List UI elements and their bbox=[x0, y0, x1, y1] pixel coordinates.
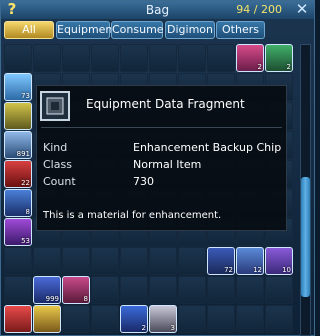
inventory-slot[interactable] bbox=[4, 247, 32, 275]
item-count-label: 8 bbox=[83, 295, 88, 303]
data-fragment-icon bbox=[40, 91, 70, 121]
item-tooltip: Equipment Data Fragment Kind Enhancement… bbox=[36, 85, 287, 231]
inventory-slot[interactable] bbox=[33, 44, 61, 72]
item-count-label: 73 bbox=[21, 92, 30, 100]
item-count-label: 2 bbox=[286, 63, 291, 71]
title-bar[interactable]: ? Bag 94 / 200 ✕ bbox=[1, 1, 314, 19]
tab-equipment[interactable]: Equipment bbox=[56, 21, 117, 39]
item-c-icon[interactable]: 2 bbox=[265, 44, 293, 72]
item-crystal-icon[interactable]: 891 bbox=[4, 131, 32, 159]
count-label: Count bbox=[43, 175, 76, 188]
tab-digimon[interactable]: Digimon bbox=[165, 21, 215, 39]
inventory-slot[interactable] bbox=[120, 44, 148, 72]
item-count-label: 8 bbox=[25, 208, 30, 216]
inventory-slot[interactable] bbox=[149, 44, 177, 72]
item-card-icon[interactable]: 12 bbox=[236, 247, 264, 275]
item-a-icon[interactable]: 2 bbox=[236, 44, 264, 72]
inventory-slot[interactable] bbox=[91, 276, 119, 304]
item-card-icon[interactable]: 10 bbox=[265, 247, 293, 275]
inventory-slot[interactable] bbox=[207, 276, 235, 304]
close-icon[interactable]: ✕ bbox=[294, 1, 310, 17]
inventory-slot[interactable] bbox=[236, 276, 264, 304]
inventory-slot[interactable] bbox=[91, 305, 119, 333]
scrollbar-thumb[interactable] bbox=[301, 177, 310, 297]
tooltip-title: Equipment Data Fragment bbox=[86, 97, 245, 111]
inventory-slot[interactable] bbox=[62, 247, 90, 275]
tooltip-description: This is a material for enhancement. bbox=[43, 210, 222, 221]
kind-label: Kind bbox=[43, 141, 68, 154]
inventory-slot[interactable] bbox=[265, 276, 293, 304]
item-count-label: 72 bbox=[224, 266, 233, 274]
inventory-slot[interactable] bbox=[178, 247, 206, 275]
tab-others[interactable]: Others bbox=[216, 21, 265, 39]
item-disc-icon[interactable]: 999 bbox=[33, 276, 61, 304]
inventory-slot[interactable] bbox=[62, 305, 90, 333]
inventory-slot[interactable] bbox=[207, 44, 235, 72]
inventory-slot[interactable] bbox=[4, 276, 32, 304]
item-card-icon[interactable]: 72 bbox=[207, 247, 235, 275]
item-x-icon[interactable]: 3 bbox=[149, 305, 177, 333]
item-count-label: 22 bbox=[21, 179, 30, 187]
tab-consume[interactable]: Consume bbox=[111, 21, 164, 39]
tab-all[interactable]: All bbox=[4, 21, 54, 39]
inventory-slot[interactable] bbox=[120, 276, 148, 304]
inventory-slot[interactable] bbox=[33, 247, 61, 275]
item-count-label: 12 bbox=[253, 266, 262, 274]
item-star-icon[interactable] bbox=[33, 305, 61, 333]
count-value: 730 bbox=[133, 175, 154, 188]
item-count-label: 53 bbox=[21, 237, 30, 245]
item-purple-icon[interactable]: 53 bbox=[4, 218, 32, 246]
item-count-label: 2 bbox=[257, 63, 262, 71]
tab-bar: All Equipment Consume Digimon Others bbox=[4, 21, 314, 39]
item-chip-icon[interactable]: 73 bbox=[4, 73, 32, 101]
inventory-slot[interactable] bbox=[178, 276, 206, 304]
item-flower-icon[interactable]: 8 bbox=[62, 276, 90, 304]
inventory-slot[interactable] bbox=[149, 247, 177, 275]
item-count-label: 3 bbox=[170, 324, 175, 332]
tooltip-divider bbox=[41, 127, 282, 128]
inventory-slot[interactable] bbox=[62, 44, 90, 72]
item-blue-icon[interactable]: 8 bbox=[4, 189, 32, 217]
item-tex-icon[interactable]: 2 bbox=[120, 305, 148, 333]
inventory-slot[interactable] bbox=[207, 305, 235, 333]
capacity-count: 94 / 200 bbox=[236, 3, 282, 16]
inventory-slot[interactable] bbox=[178, 44, 206, 72]
inventory-slot[interactable] bbox=[4, 44, 32, 72]
inventory-slot[interactable] bbox=[149, 276, 177, 304]
kind-value: Enhancement Backup Chip bbox=[133, 141, 282, 154]
inventory-slot[interactable] bbox=[91, 247, 119, 275]
inventory-slot[interactable] bbox=[120, 247, 148, 275]
item-count-label: 999 bbox=[45, 295, 59, 303]
class-label: Class bbox=[43, 158, 72, 171]
item-red-icon[interactable]: 22 bbox=[4, 160, 32, 188]
bag-window: ? Bag 94 / 200 ✕ All Equipment Consume D… bbox=[0, 0, 315, 336]
gift-icon[interactable] bbox=[4, 305, 32, 333]
inventory-slot[interactable] bbox=[236, 305, 264, 333]
inventory-slot[interactable] bbox=[91, 44, 119, 72]
item-stack-icon[interactable] bbox=[4, 102, 32, 130]
item-count-label: 891 bbox=[16, 150, 30, 158]
item-count-label: 10 bbox=[282, 266, 291, 274]
inventory-slot[interactable] bbox=[265, 305, 293, 333]
class-value: Normal Item bbox=[133, 158, 202, 171]
item-count-label: 2 bbox=[141, 324, 146, 332]
inventory-slot[interactable] bbox=[178, 305, 206, 333]
